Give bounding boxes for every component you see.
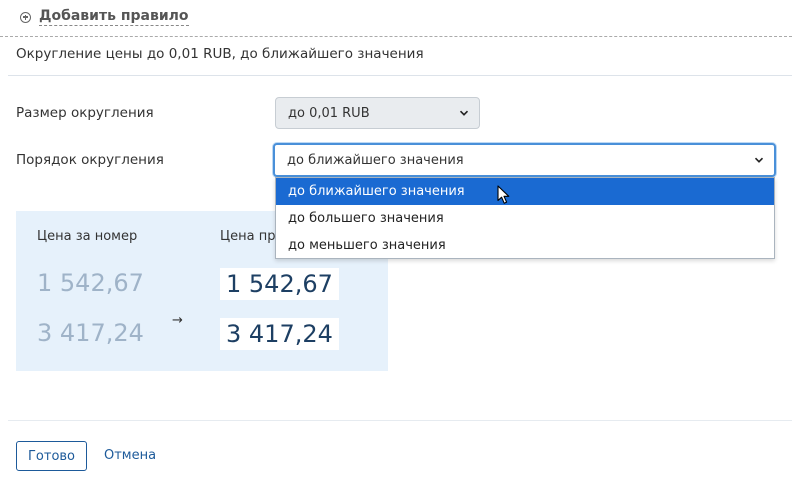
plus-circle-icon xyxy=(20,11,31,23)
dropdown-option-label: до ближайшего значения xyxy=(288,184,465,199)
dropdown-option-label: до большего значения xyxy=(288,211,444,226)
divider xyxy=(8,75,792,76)
add-rule-link[interactable]: Добавить правило xyxy=(20,8,189,26)
order-select[interactable]: до ближайшего значения xyxy=(273,143,776,177)
cancel-link[interactable]: Отмена xyxy=(104,448,156,463)
order-dropdown-list: до ближайшего значения до большего значе… xyxy=(275,177,775,259)
dropdown-option[interactable]: до большего значения xyxy=(276,205,774,232)
footer-divider xyxy=(8,420,792,421)
add-rule-label: Добавить правило xyxy=(39,8,189,26)
chevron-down-icon xyxy=(754,157,764,163)
dropdown-option-label: до меньшего значения xyxy=(288,238,446,253)
chevron-down-icon xyxy=(459,110,469,116)
dashed-divider xyxy=(0,36,792,37)
rule-summary: Округление цены до 0,01 RUB, до ближайше… xyxy=(16,46,424,62)
price-after: 1 542,67 xyxy=(220,268,339,300)
mouse-cursor-icon xyxy=(497,185,510,204)
dropdown-option[interactable]: до меньшего значения xyxy=(276,232,774,259)
price-before: 3 417,24 xyxy=(37,319,144,347)
before-column-header: Цена за номер xyxy=(37,229,138,244)
order-label: Порядок округления xyxy=(16,152,164,168)
price-before: 1 542,67 xyxy=(37,269,144,297)
size-select[interactable]: до 0,01 RUB xyxy=(275,97,480,129)
size-select-value: до 0,01 RUB xyxy=(288,105,370,121)
done-button[interactable]: Готово xyxy=(16,441,87,471)
arrow-right-icon: → xyxy=(172,313,183,328)
after-column-header: Цена пр xyxy=(220,229,276,244)
dropdown-option[interactable]: до ближайшего значения xyxy=(276,178,774,205)
size-label: Размер округления xyxy=(16,105,154,121)
price-after: 3 417,24 xyxy=(220,318,339,350)
order-select-value: до ближайшего значения xyxy=(287,152,464,168)
